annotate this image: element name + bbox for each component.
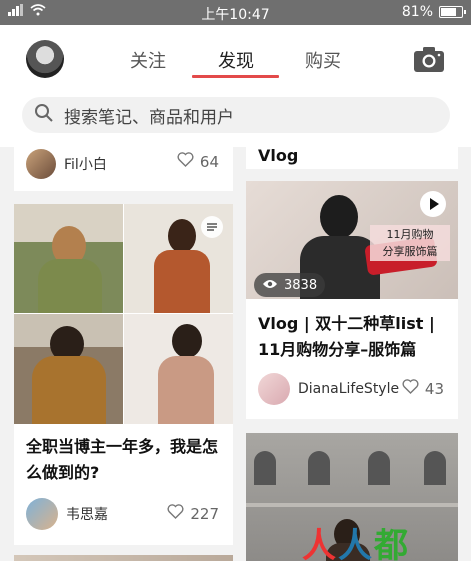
tab-buy[interactable]: 购买 [305,47,341,73]
play-icon[interactable] [420,191,446,217]
like-count[interactable]: 227 [167,504,219,523]
tab-follow[interactable]: 关注 [130,47,166,73]
note-card[interactable]: Fil小白 64 [14,147,233,191]
status-bar: 上午10:47 81% [0,0,471,25]
user-name[interactable]: 韦思嘉 [66,504,108,524]
battery-percent: 81% [401,4,433,20]
search-placeholder: 搜索笔记、商品和用户 [64,107,234,128]
view-count-badge: 3838 [254,273,326,297]
heart-icon[interactable] [177,152,194,171]
user-avatar[interactable] [26,498,58,530]
heart-icon[interactable] [402,379,419,398]
user-avatar[interactable] [26,149,56,179]
note-title[interactable]: Vlog [258,147,448,169]
eye-icon [262,278,278,293]
battery-icon [439,6,466,18]
discover-feed[interactable]: Fil小白 64 全职当博主一年多，我是怎么做到的? 韦思嘉 227 Vlog … [0,147,471,561]
video-overlay-text: 11月购物分享服饰篇 [370,225,450,261]
note-card[interactable]: 全职当博主一年多，我是怎么做到的? 韦思嘉 227 [14,204,233,545]
note-card[interactable] [14,555,233,561]
status-time: 上午10:47 [201,7,270,23]
active-tab-indicator [192,75,279,78]
camera-icon[interactable] [413,45,445,73]
header: 关注 发现 购买 搜索笔记、商品和用户 [0,25,471,147]
multi-image-icon [201,216,223,238]
search-icon [34,103,54,128]
heart-icon[interactable] [167,504,184,523]
user-name[interactable]: Fil小白 [64,154,107,174]
note-title[interactable]: Vlog | 双十二种草list | 11月购物分享–服饰篇 [258,311,452,363]
like-count[interactable]: 43 [402,379,444,398]
search-bar[interactable]: 搜索笔记、商品和用户 [22,97,450,133]
user-name[interactable]: DianaLifeStyle [298,381,399,397]
note-title[interactable]: 全职当博主一年多，我是怎么做到的? [26,434,222,486]
watermark-logo: 人人都 [302,526,410,561]
video-cover[interactable]: 11月购物分享服饰篇 3838 [246,181,458,299]
video-note-card[interactable]: 11月购物分享服饰篇 3838 Vlog | 双十二种草list | 11月购物… [246,181,458,419]
note-card[interactable]: Vlog [246,147,458,169]
like-count[interactable]: 64 [177,152,219,171]
tab-discover[interactable]: 发现 [218,47,254,73]
user-avatar[interactable] [258,373,290,405]
note-cover-collage[interactable] [14,204,233,424]
